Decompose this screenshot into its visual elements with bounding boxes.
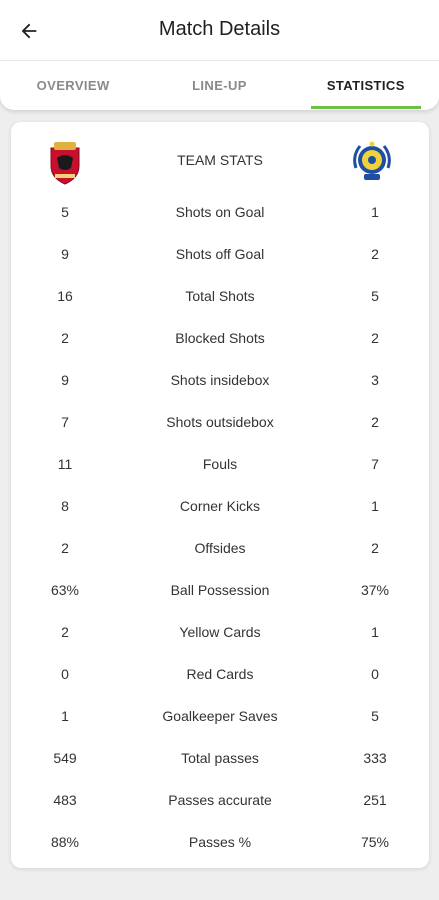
stat-label: Shots on Goal — [175, 204, 265, 220]
home-value: 5 — [61, 204, 69, 220]
away-value: 1 — [371, 498, 379, 514]
stat-row: 9 Shots off Goal 2 — [11, 234, 429, 276]
team-stats-header: TEAM STATS — [11, 122, 429, 198]
tab-overview[interactable]: OVERVIEW — [0, 61, 146, 109]
away-value: 1 — [371, 204, 379, 220]
away-value: 7 — [371, 456, 379, 472]
home-value: 549 — [53, 750, 77, 766]
stat-row: 2 Blocked Shots 2 — [11, 318, 429, 360]
home-value: 1 — [61, 708, 69, 724]
stat-label: Shots insidebox — [170, 372, 270, 388]
stat-label: Goalkeeper Saves — [162, 708, 278, 724]
stat-row: 63% Ball Possession 37% — [11, 570, 429, 612]
app-bar: Match Details OVERVIEW LINE-UP STATISTIC… — [0, 0, 439, 110]
stat-label: Offsides — [194, 540, 246, 556]
away-value: 2 — [371, 246, 379, 262]
stat-row: 2 Offsides 2 — [11, 528, 429, 570]
home-value: 9 — [61, 246, 69, 262]
stat-label: Yellow Cards — [179, 624, 261, 640]
stat-label: Ball Possession — [170, 582, 270, 598]
home-value: 16 — [57, 288, 73, 304]
stat-label: Blocked Shots — [175, 330, 265, 346]
stat-label: Total passes — [181, 750, 259, 766]
away-value: 0 — [371, 666, 379, 682]
stat-row: 7 Shots outsidebox 2 — [11, 402, 429, 444]
away-value: 75% — [360, 834, 390, 850]
away-team-crest — [353, 141, 391, 180]
page-title: Match Details — [158, 18, 281, 40]
stat-row: 549 Total passes 333 — [11, 738, 429, 780]
stat-label: Passes % — [188, 834, 252, 850]
home-value: 2 — [61, 540, 69, 556]
away-value: 5 — [371, 288, 379, 304]
stat-label: Shots outsidebox — [166, 414, 274, 430]
tab-line-up[interactable]: LINE-UP — [146, 61, 292, 109]
stat-label: Fouls — [202, 456, 238, 472]
tab-statistics[interactable]: STATISTICS — [293, 61, 439, 109]
stat-label: Passes accurate — [168, 792, 272, 808]
stat-label: Shots off Goal — [175, 246, 265, 262]
home-value: 7 — [61, 414, 69, 430]
stat-label: Corner Kicks — [179, 498, 261, 514]
stat-row: 9 Shots insidebox 3 — [11, 360, 429, 402]
stat-row: 1 Goalkeeper Saves 5 — [11, 696, 429, 738]
home-value: 0 — [61, 666, 69, 682]
away-value: 2 — [371, 540, 379, 556]
away-value: 37% — [360, 582, 390, 598]
away-value: 2 — [371, 414, 379, 430]
tab-bar: OVERVIEW LINE-UP STATISTICS — [0, 61, 439, 109]
away-value: 3 — [371, 372, 379, 388]
stat-row: 16 Total Shots 5 — [11, 276, 429, 318]
stat-row: 0 Red Cards 0 — [11, 654, 429, 696]
away-value: 251 — [363, 792, 387, 808]
home-value: 2 — [61, 624, 69, 640]
home-value: 483 — [53, 792, 77, 808]
away-value: 2 — [371, 330, 379, 346]
stat-row: 8 Corner Kicks 1 — [11, 486, 429, 528]
home-value: 2 — [61, 330, 69, 346]
home-value: 88% — [50, 834, 80, 850]
away-value: 333 — [363, 750, 387, 766]
stat-row: 483 Passes accurate 251 — [11, 780, 429, 822]
stat-label: Red Cards — [186, 666, 254, 682]
team-stats-card: TEAM STATS 5 Shots on Goal 1 9 Shots off… — [11, 122, 429, 868]
stats-list: 5 Shots on Goal 1 9 Shots off Goal 2 16 … — [11, 192, 429, 864]
stat-row: 5 Shots on Goal 1 — [11, 192, 429, 234]
home-value: 9 — [61, 372, 69, 388]
stat-row: 88% Passes % 75% — [11, 822, 429, 864]
home-value: 11 — [57, 456, 73, 472]
stat-row: 2 Yellow Cards 1 — [11, 612, 429, 654]
away-value: 1 — [371, 624, 379, 640]
home-value: 8 — [61, 498, 69, 514]
stat-row: 11 Fouls 7 — [11, 444, 429, 486]
away-value: 5 — [371, 708, 379, 724]
stat-label: Total Shots — [185, 288, 255, 304]
home-value: 63% — [50, 582, 80, 598]
